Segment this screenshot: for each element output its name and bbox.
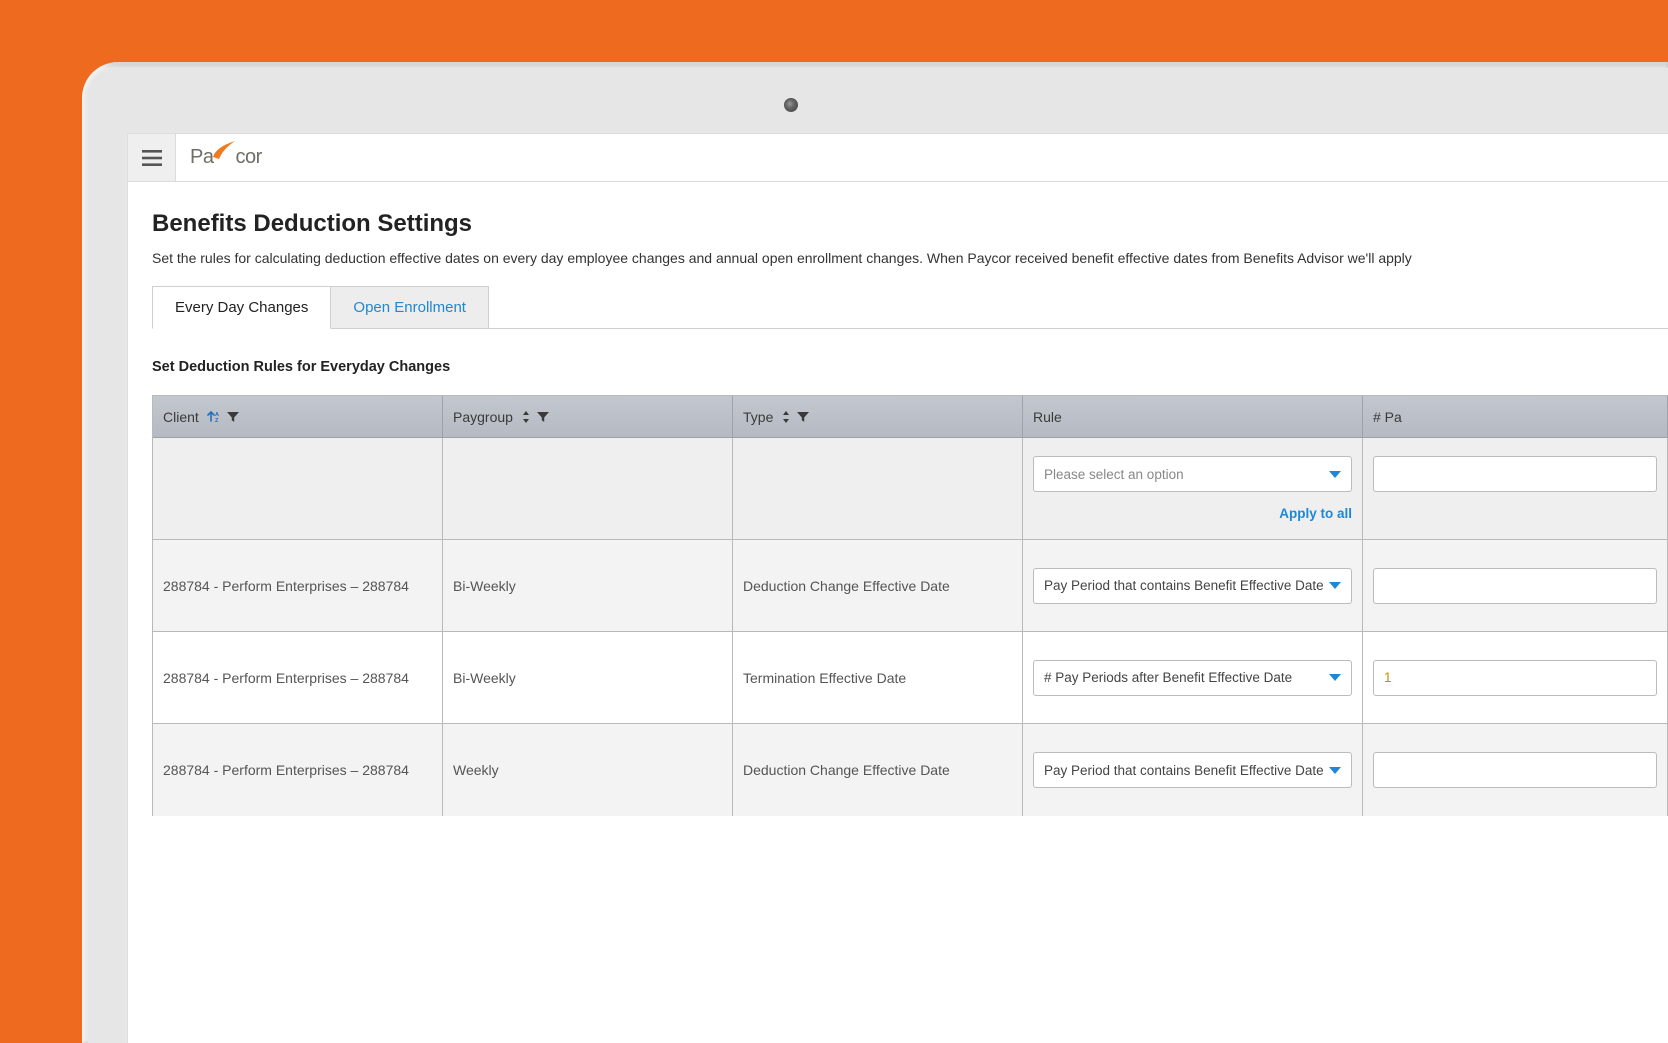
rule-select[interactable]: Pay Period that contains Benefit Effecti…: [1033, 568, 1352, 604]
cell-paygroup: Weekly: [443, 724, 733, 816]
select-value: 1: [1384, 670, 1392, 685]
tabs: Every Day Changes Open Enrollment: [152, 286, 1668, 329]
column-header-client[interactable]: Client A Z: [153, 396, 443, 437]
filter-icon[interactable]: [797, 411, 809, 423]
svg-text:Z: Z: [215, 418, 219, 424]
column-label: Rule: [1033, 409, 1062, 425]
payperiods-bulk-select[interactable]: [1373, 456, 1657, 492]
select-value: # Pay Periods after Benefit Effective Da…: [1044, 670, 1292, 685]
payperiods-select[interactable]: [1373, 568, 1657, 604]
cell-type: Deduction Change Effective Date: [733, 540, 1023, 631]
deduction-rules-table: Client A Z: [152, 395, 1668, 816]
filter-cell-rule: Please select an option Apply to all: [1023, 438, 1363, 539]
cell-rule: # Pay Periods after Benefit Effective Da…: [1023, 632, 1363, 723]
camera-icon: [784, 98, 798, 112]
app-screen: Pa cor Benefits Deduction Settings Set t…: [128, 134, 1668, 1043]
cell-payperiods: 1: [1363, 632, 1668, 723]
cell-payperiods: [1363, 724, 1668, 816]
apply-to-all-link[interactable]: Apply to all: [1033, 506, 1352, 521]
page-content: Benefits Deduction Settings Set the rule…: [128, 182, 1668, 816]
cell-client: 288784 - Perform Enterprises – 288784: [153, 632, 443, 723]
sort-icon[interactable]: [521, 410, 531, 424]
select-value: Pay Period that contains Benefit Effecti…: [1044, 763, 1324, 778]
filter-cell-client: [153, 438, 443, 539]
page-title: Benefits Deduction Settings: [152, 210, 1668, 238]
filter-cell-type: [733, 438, 1023, 539]
select-value: Pay Period that contains Benefit Effecti…: [1044, 578, 1324, 593]
payperiods-select[interactable]: [1373, 752, 1657, 788]
filter-icon[interactable]: [227, 411, 239, 423]
table-filter-row: Please select an option Apply to all: [153, 438, 1668, 540]
sort-asc-icon[interactable]: A Z: [207, 410, 221, 424]
section-label: Set Deduction Rules for Everyday Changes: [152, 359, 1668, 375]
cell-payperiods: [1363, 540, 1668, 631]
cell-rule: Pay Period that contains Benefit Effecti…: [1023, 724, 1363, 816]
top-bar: Pa cor: [128, 134, 1668, 182]
column-label: Client: [163, 409, 199, 425]
chevron-down-icon: [1329, 763, 1341, 778]
table-header-row: Client A Z: [153, 396, 1668, 438]
cell-client: 288784 - Perform Enterprises – 288784: [153, 724, 443, 816]
cell-client: 288784 - Perform Enterprises – 288784: [153, 540, 443, 631]
tab-everyday-changes[interactable]: Every Day Changes: [152, 286, 331, 329]
column-header-type[interactable]: Type: [733, 396, 1023, 437]
column-label: Paygroup: [453, 409, 513, 425]
rule-bulk-select[interactable]: Please select an option: [1033, 456, 1352, 492]
chevron-down-icon: [1329, 670, 1341, 685]
filter-cell-paygroup: [443, 438, 733, 539]
filter-icon[interactable]: [537, 411, 549, 423]
swoosh-icon: [213, 141, 235, 159]
column-header-payperiods: # Pa: [1363, 396, 1668, 437]
cell-rule: Pay Period that contains Benefit Effecti…: [1023, 540, 1363, 631]
tab-open-enrollment[interactable]: Open Enrollment: [331, 286, 489, 328]
select-placeholder: Please select an option: [1044, 467, 1184, 482]
brand-logo: Pa cor: [176, 134, 262, 181]
cell-paygroup: Bi-Weekly: [443, 540, 733, 631]
tablet-bezel: Pa cor Benefits Deduction Settings Set t…: [88, 68, 1668, 1043]
table-row: 288784 - Perform Enterprises – 288784 We…: [153, 724, 1668, 816]
menu-button[interactable]: [128, 134, 176, 181]
filter-cell-payperiods: [1363, 438, 1668, 539]
chevron-down-icon: [1329, 467, 1341, 482]
cell-type: Termination Effective Date: [733, 632, 1023, 723]
column-label: # Pa: [1373, 409, 1402, 425]
column-label: Type: [743, 409, 773, 425]
chevron-down-icon: [1329, 578, 1341, 593]
table-row: 288784 - Perform Enterprises – 288784 Bi…: [153, 540, 1668, 632]
tablet-frame: Pa cor Benefits Deduction Settings Set t…: [82, 62, 1668, 1043]
cell-type: Deduction Change Effective Date: [733, 724, 1023, 816]
rule-select[interactable]: Pay Period that contains Benefit Effecti…: [1033, 752, 1352, 788]
hamburger-icon: [142, 150, 162, 166]
brand-text-a: Pa: [190, 146, 213, 169]
brand-text-b: cor: [235, 146, 261, 169]
table-row: 288784 - Perform Enterprises – 288784 Bi…: [153, 632, 1668, 724]
cell-paygroup: Bi-Weekly: [443, 632, 733, 723]
rule-select[interactable]: # Pay Periods after Benefit Effective Da…: [1033, 660, 1352, 696]
payperiods-select[interactable]: 1: [1373, 660, 1657, 696]
page-description: Set the rules for calculating deduction …: [152, 250, 1668, 266]
column-header-rule: Rule: [1023, 396, 1363, 437]
column-header-paygroup[interactable]: Paygroup: [443, 396, 733, 437]
sort-icon[interactable]: [781, 410, 791, 424]
